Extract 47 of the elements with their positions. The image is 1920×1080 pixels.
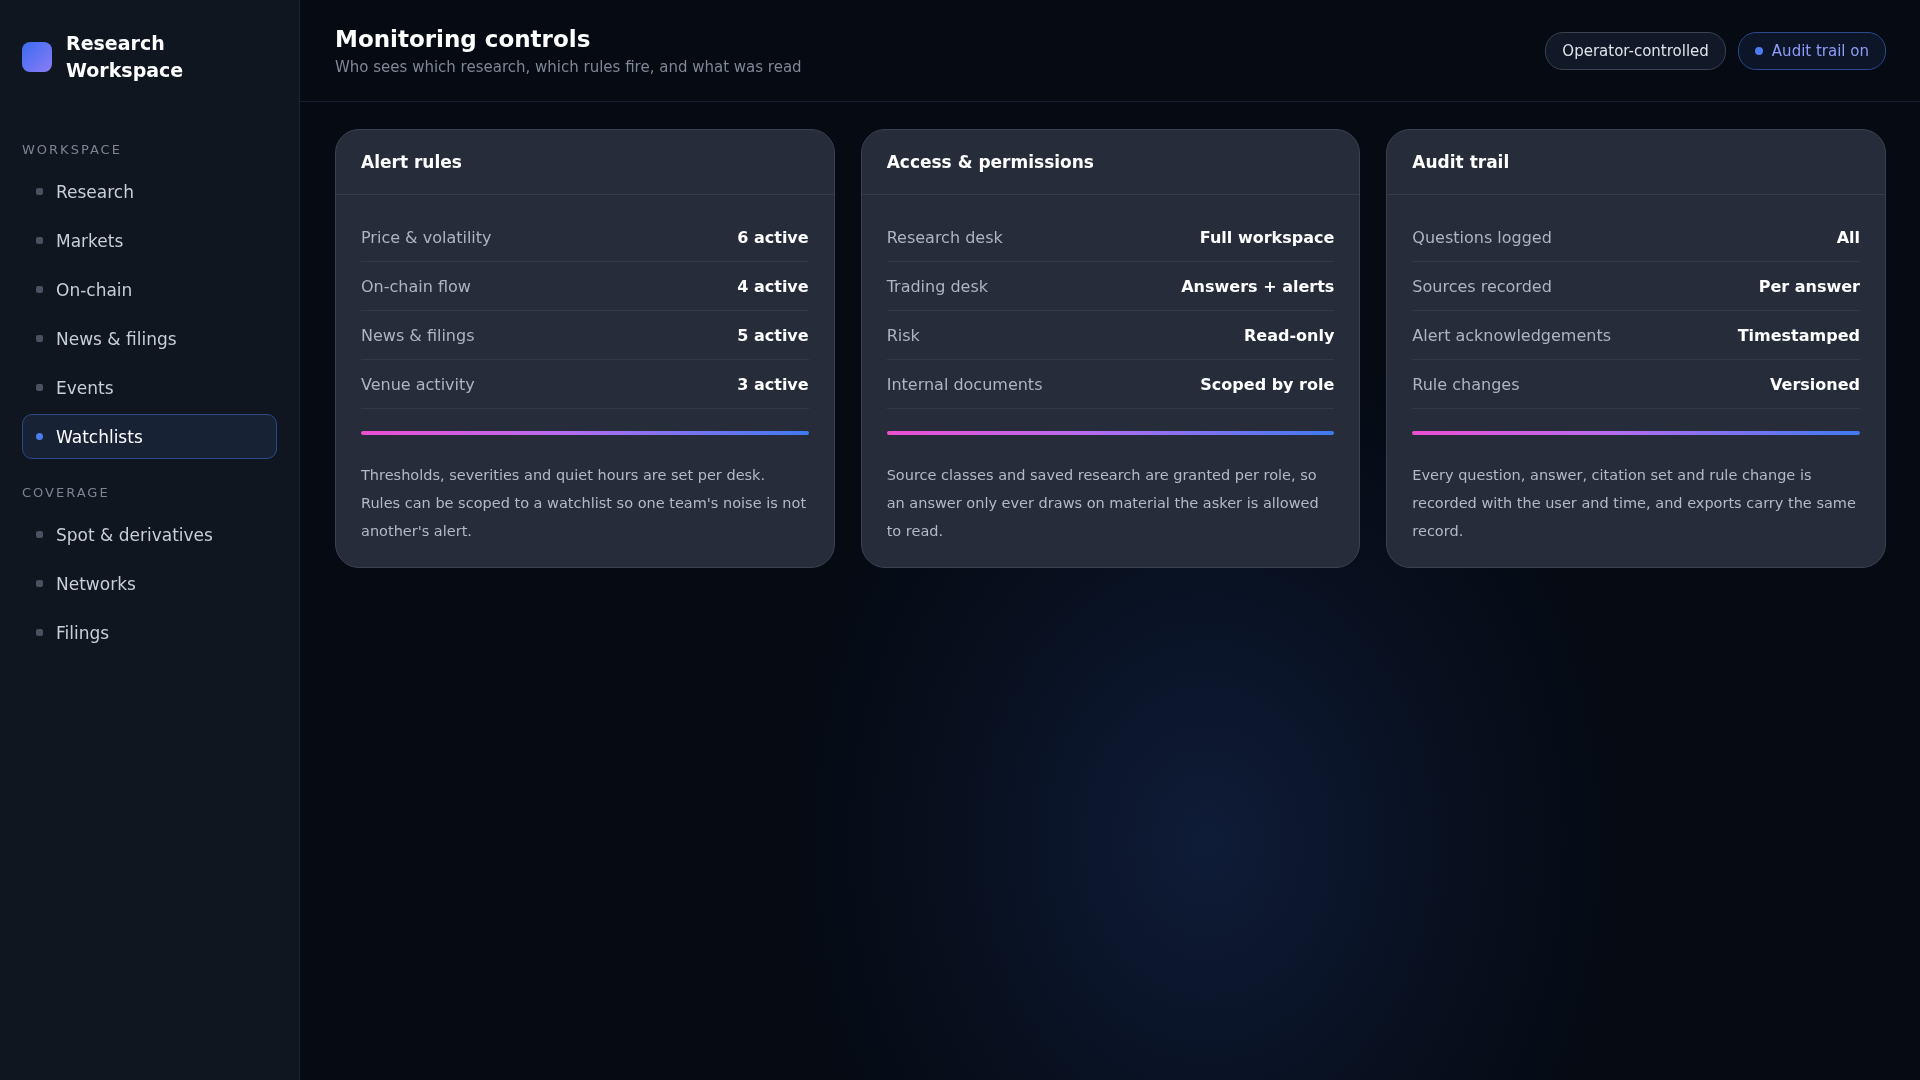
sidebar-item[interactable]: Watchlists <box>22 414 277 459</box>
row-value: Timestamped <box>1737 325 1860 345</box>
row-value: Answers + alerts <box>1181 276 1335 296</box>
row-value: 3 active <box>737 374 809 394</box>
sidebar-item[interactable]: Markets <box>22 218 277 263</box>
sidebar-item[interactable]: On-chain <box>22 267 277 312</box>
card-title: Alert rules <box>361 152 462 172</box>
sidebar-item[interactable]: News & filings <box>22 316 277 361</box>
status-badge: Audit trail on <box>1737 31 1886 70</box>
row-value: Versioned <box>1770 374 1860 394</box>
row-value: 4 active <box>737 276 809 296</box>
logo-icon <box>22 42 52 72</box>
card-note: Thresholds, severities and quiet hours are set per desk. Rules can be scoped to a watchlist so one team's noise is not another's alert. <box>361 466 808 541</box>
row-value: Read-only <box>1243 325 1335 345</box>
row-label: Venue activity <box>361 374 475 394</box>
row-label: Questions logged <box>1412 227 1552 247</box>
card-note: Every question, answer, citation set and rule change is recorded with the user and time, and exports carry the same record. <box>1412 466 1857 541</box>
row-value: Per answer <box>1758 276 1860 296</box>
sidebar-item[interactable]: Filings <box>22 610 277 655</box>
row-value: 5 active <box>737 325 809 345</box>
section-heading: COVERAGE <box>22 485 111 500</box>
section-heading: WORKSPACE <box>22 142 123 157</box>
mode-badge: Operator-controlled <box>1545 31 1726 70</box>
card-title: Access & permissions <box>886 152 1094 172</box>
page-subtitle: Who sees which research, which rules fire, and what was read <box>335 57 802 76</box>
sidebar-item[interactable]: Research <box>22 169 277 214</box>
row-value: 6 active <box>737 227 809 247</box>
sidebar-item[interactable]: Networks <box>22 561 277 606</box>
card-note: Source classes and saved research are granted per role, so an answer only ever draws on material the asker is allowed to read. <box>886 466 1320 541</box>
row-value: Scoped by role <box>1200 374 1335 394</box>
row-label: Alert acknowledgements <box>1412 325 1611 345</box>
page-title: Monitoring controls <box>335 25 592 52</box>
row-label: Risk <box>886 325 920 345</box>
card-title: Audit trail <box>1412 152 1510 172</box>
row-label: News & filings <box>361 325 475 345</box>
row-label: Sources recorded <box>1412 276 1552 296</box>
row-label: Internal documents <box>886 374 1043 394</box>
row-label: Research desk <box>886 227 1003 247</box>
sidebar-item[interactable]: Spot & derivatives <box>22 512 277 557</box>
row-value: All <box>1836 227 1860 247</box>
row-value: Full workspace <box>1199 227 1335 247</box>
row-label: On-chain flow <box>361 276 471 296</box>
sidebar-item[interactable]: Events <box>22 365 277 410</box>
row-label: Price & volatility <box>361 227 492 247</box>
app-title: Research Workspace <box>66 31 185 83</box>
row-label: Trading desk <box>886 276 989 296</box>
row-label: Rule changes <box>1412 374 1520 394</box>
